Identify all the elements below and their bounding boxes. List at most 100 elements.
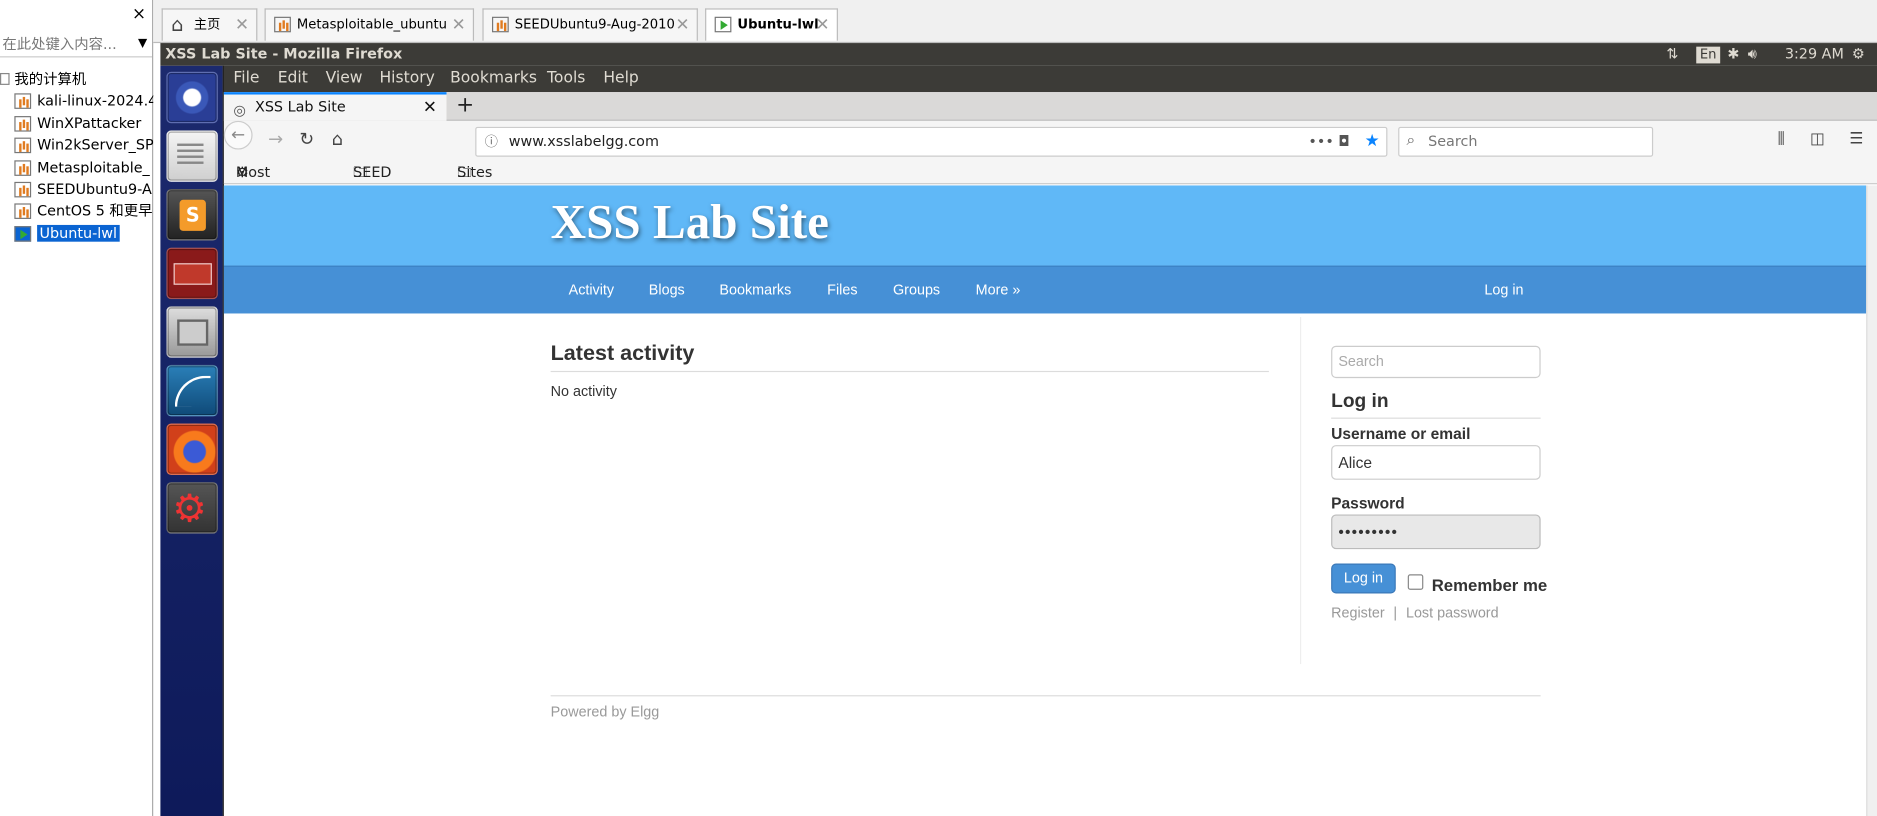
firefox-icon[interactable] bbox=[166, 423, 218, 476]
vm-item[interactable]: kali-linux-2024.4 bbox=[0, 90, 153, 112]
wireshark-icon[interactable] bbox=[166, 364, 218, 417]
site-logo[interactable]: XSS Lab Site bbox=[551, 193, 829, 250]
file-manager-icon[interactable] bbox=[166, 306, 218, 358]
menu-file[interactable]: File bbox=[233, 66, 259, 91]
close-icon[interactable]: ✕ bbox=[452, 10, 466, 41]
nav-files[interactable]: Files bbox=[827, 267, 857, 312]
vm-icon bbox=[14, 115, 32, 132]
url-text: www.xsslabelgg.com bbox=[508, 132, 659, 150]
nav-bookmarks[interactable]: Bookmarks bbox=[719, 267, 791, 312]
tab-title: XSS Lab Site bbox=[254, 98, 346, 115]
terminal-icon[interactable] bbox=[166, 247, 218, 300]
vm-item[interactable]: SEEDUbuntu9-A bbox=[0, 178, 153, 200]
menu-bookmarks[interactable]: Bookmarks bbox=[450, 66, 537, 91]
computer-icon bbox=[0, 72, 10, 85]
home-button[interactable]: ⌂ bbox=[332, 128, 343, 150]
menu-help[interactable]: Help bbox=[603, 66, 638, 91]
footer-divider bbox=[550, 695, 1541, 697]
ubuntu-logo-icon[interactable] bbox=[166, 71, 218, 124]
close-icon[interactable]: × bbox=[132, 5, 146, 24]
chevron-down-icon[interactable]: ▼ bbox=[138, 31, 147, 57]
vm-item[interactable]: CentOS 5 和更早 bbox=[0, 200, 153, 222]
back-button[interactable]: ← bbox=[223, 120, 253, 150]
unity-launcher: S ⚙ bbox=[160, 65, 224, 816]
bookmark-star-icon[interactable]: ★ bbox=[1365, 128, 1380, 156]
search-icon: ⌕ bbox=[1406, 131, 1416, 150]
nav-activity[interactable]: Activity bbox=[569, 267, 615, 312]
username-field[interactable]: Alice bbox=[1331, 445, 1541, 480]
vm-item-selected[interactable]: Ubuntu-lwl bbox=[0, 222, 153, 244]
vm-running-icon bbox=[714, 16, 732, 33]
library-search-input[interactable]: 在此处键入内容... ▼ bbox=[0, 31, 153, 58]
clock[interactable]: 3:29 AM bbox=[1785, 43, 1844, 66]
vm-icon bbox=[14, 93, 32, 110]
page-actions-icon[interactable]: ••• bbox=[1308, 128, 1333, 156]
login-button[interactable]: Log in bbox=[1331, 563, 1396, 594]
library-icon[interactable]: ⫼ bbox=[1778, 130, 1785, 148]
close-icon[interactable]: ✕ bbox=[423, 96, 437, 121]
sidebar-icon[interactable]: ◫ bbox=[1810, 130, 1825, 148]
menu-history[interactable]: History bbox=[379, 66, 434, 91]
globe-icon: ◎ bbox=[233, 101, 246, 119]
reload-button[interactable]: ↻ bbox=[299, 128, 314, 150]
link-separator: | bbox=[1393, 604, 1398, 621]
firefox-menubar: File Edit View History Bookmarks Tools H… bbox=[223, 65, 1877, 93]
pocket-icon[interactable]: ◘ bbox=[1338, 128, 1349, 156]
network-icon[interactable]: ⇅ bbox=[1666, 43, 1678, 66]
username-label: Username or email bbox=[1331, 424, 1471, 443]
close-icon[interactable]: ✕ bbox=[816, 10, 830, 41]
close-icon[interactable]: ✕ bbox=[675, 10, 689, 41]
remember-me-checkbox[interactable] bbox=[1407, 574, 1424, 590]
window-title: XSS Lab Site - Mozilla Firefox bbox=[165, 45, 403, 63]
menu-edit[interactable]: Edit bbox=[278, 66, 308, 91]
vm-item[interactable]: Win2kServer_SP bbox=[0, 134, 153, 156]
site-header: XSS Lab Site bbox=[223, 185, 1867, 266]
nav-more[interactable]: More » bbox=[976, 267, 1021, 312]
forward-button[interactable]: → bbox=[268, 128, 283, 150]
vm-running-icon bbox=[14, 225, 32, 242]
new-tab-button[interactable]: + bbox=[456, 92, 474, 118]
vm-icon bbox=[14, 203, 32, 220]
lost-password-link[interactable]: Lost password bbox=[1406, 604, 1499, 621]
nav-groups[interactable]: Groups bbox=[893, 267, 940, 312]
login-links: Register | Lost password bbox=[1331, 604, 1498, 621]
volume-icon[interactable]: 🔊︎ bbox=[1748, 43, 1757, 66]
site-search-input[interactable]: Search bbox=[1331, 345, 1541, 379]
remember-me-label[interactable]: Remember me bbox=[1432, 576, 1548, 595]
menu-tools[interactable]: Tools bbox=[547, 66, 585, 91]
tab-seedubuntu[interactable]: SEEDUbuntu9-Aug-2010 ✕ bbox=[482, 8, 698, 41]
powered-by-link[interactable]: Powered by Elgg bbox=[551, 704, 660, 721]
ubuntu-top-bar: XSS Lab Site - Mozilla Firefox ⇅ En ✱ 🔊︎… bbox=[160, 43, 1877, 66]
tab-home[interactable]: 主页✕ bbox=[161, 8, 258, 41]
page-scrollbar[interactable] bbox=[1866, 185, 1877, 816]
system-settings-icon[interactable]: ⚙ bbox=[166, 482, 218, 534]
vm-item[interactable]: WinXPattacker bbox=[0, 112, 153, 134]
tab-metasploitable[interactable]: Metasploitable_ubuntu ✕ bbox=[264, 8, 475, 41]
bookmarks-toolbar: ⚙ Most Visited 🗀︎ SEED Labs 🗀︎ Sites for… bbox=[223, 161, 1877, 224]
web-page: XSS Lab Site Activity Blogs Bookmarks Fi… bbox=[223, 185, 1867, 816]
register-link[interactable]: Register bbox=[1331, 604, 1384, 621]
gear-icon[interactable]: ⚙ bbox=[1852, 43, 1865, 66]
tree-root[interactable]: 我的计算机 bbox=[0, 68, 153, 90]
sublime-text-icon[interactable]: S bbox=[166, 189, 218, 241]
vm-tab-strip: 主页✕ Metasploitable_ubuntu✕ SEEDUbuntu9-A… bbox=[153, 0, 1877, 44]
keyboard-lang-indicator[interactable]: En bbox=[1696, 46, 1721, 64]
tab-ubuntu-lwl[interactable]: Ubuntu-lwl ✕ bbox=[705, 8, 838, 41]
browser-search-input[interactable]: ⌕ Search bbox=[1398, 126, 1654, 157]
bluetooth-icon[interactable]: ✱ bbox=[1727, 43, 1739, 66]
vm-icon bbox=[274, 16, 291, 33]
vm-icon bbox=[14, 137, 32, 154]
browser-tab[interactable]: ◎ XSS Lab Site ✕ bbox=[223, 92, 447, 121]
info-icon[interactable]: ⓘ bbox=[485, 128, 498, 156]
nav-blogs[interactable]: Blogs bbox=[649, 267, 685, 312]
url-bar[interactable]: ⓘ www.xsslabelgg.com ••• ◘ ★ bbox=[475, 126, 1388, 157]
text-editor-icon[interactable] bbox=[166, 130, 218, 182]
password-field[interactable]: ••••••••• bbox=[1331, 514, 1541, 550]
vm-icon bbox=[14, 159, 32, 176]
navigation-toolbar: ← → ↻ ⌂ ⓘ www.xsslabelgg.com ••• ◘ ★ ⌕ S… bbox=[223, 120, 1877, 162]
close-icon[interactable]: ✕ bbox=[235, 10, 249, 41]
nav-login-link[interactable]: Log in bbox=[1484, 267, 1523, 312]
menu-view[interactable]: View bbox=[326, 66, 363, 91]
vm-item[interactable]: Metasploitable_ bbox=[0, 156, 153, 178]
hamburger-menu-icon[interactable]: ☰ bbox=[1849, 130, 1863, 148]
